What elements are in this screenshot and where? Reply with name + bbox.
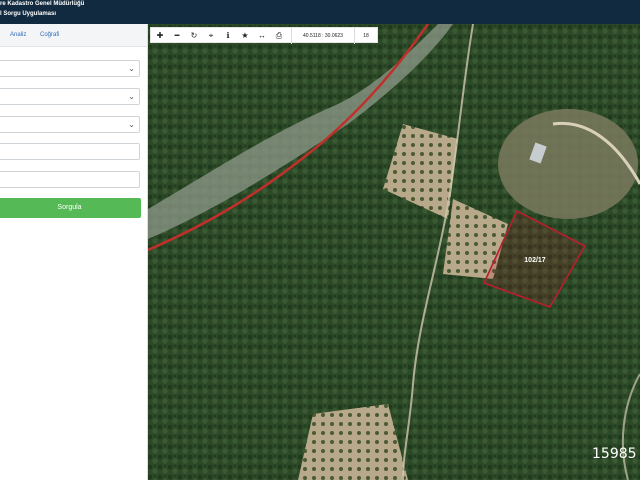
- query-button[interactable]: Sorgula: [0, 198, 141, 218]
- locate-icon[interactable]: ⌖: [203, 28, 219, 44]
- scale-readout: 15985: [592, 446, 637, 462]
- print-icon[interactable]: ⎙: [271, 28, 287, 44]
- satellite-imagery: 102/17: [148, 24, 640, 480]
- info-icon[interactable]: ℹ: [220, 28, 236, 44]
- chevron-down-icon: ⌄: [128, 120, 135, 129]
- star-icon[interactable]: ★: [237, 28, 253, 44]
- zoom-in-icon[interactable]: ✚: [152, 28, 168, 44]
- sidebar-tabs: Analiz Coğrafi: [0, 24, 147, 47]
- refresh-icon[interactable]: ↻: [186, 28, 202, 44]
- app-title: re Kadastro Genel Müdürlüğü: [0, 1, 85, 7]
- chevron-down-icon: ⌄: [128, 64, 135, 73]
- zoom-level: 18: [363, 33, 369, 39]
- province-select[interactable]: ⌄: [0, 60, 140, 77]
- sidebar-panel: Analiz Coğrafi ⌄ ⌄ ⌄ Sorgula: [0, 24, 148, 480]
- parcel-label: 102/17: [524, 257, 546, 264]
- app-subtitle: l Sorgu Uygulaması: [0, 11, 57, 17]
- chevron-down-icon: ⌄: [128, 92, 135, 101]
- zoom-out-icon[interactable]: ━: [169, 28, 185, 44]
- measure-icon[interactable]: ↔: [254, 28, 270, 44]
- app-header: re Kadastro Genel Müdürlüğü l Sorgu Uygu…: [0, 0, 640, 24]
- tab-analiz[interactable]: Analiz: [10, 32, 26, 38]
- map-view[interactable]: 102/17: [148, 24, 640, 480]
- tab-cografi[interactable]: Coğrafi: [40, 32, 59, 38]
- district-select[interactable]: ⌄: [0, 88, 140, 105]
- block-input[interactable]: [0, 143, 140, 160]
- parcel-input[interactable]: [0, 171, 140, 188]
- map-toolbar: ✚ ━ ↻ ⌖ ℹ ★ ↔ ⎙ 40.5118 : 30.0623 18: [150, 27, 378, 44]
- coordinate-readout: 40.5118 : 30.0623: [291, 28, 355, 44]
- neighborhood-select[interactable]: ⌄: [0, 116, 140, 133]
